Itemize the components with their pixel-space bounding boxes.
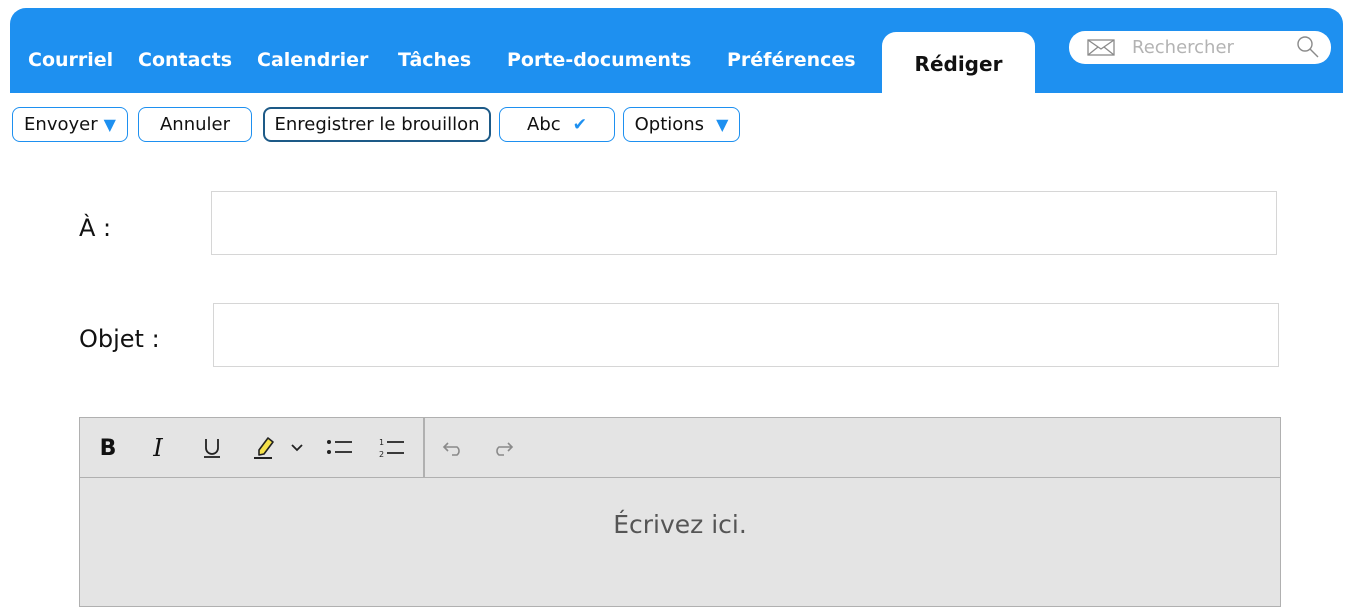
undo-icon[interactable]: [440, 434, 468, 462]
nav-courriel[interactable]: Courriel: [28, 45, 113, 75]
cancel-label: Annuler: [159, 114, 230, 135]
tab-rediger-label: Rédiger: [914, 52, 1003, 76]
chevron-down-icon: ▼: [716, 115, 729, 134]
message-body-input[interactable]: Écrivez ici.: [80, 478, 1280, 608]
to-field[interactable]: [211, 191, 1277, 255]
save-draft-label: Enregistrer le brouillon: [274, 114, 480, 135]
search-input[interactable]: Rechercher: [1069, 31, 1331, 64]
redo-icon[interactable]: [488, 434, 516, 462]
nav-preferences[interactable]: Préférences: [727, 45, 856, 75]
search-icon[interactable]: [1296, 35, 1320, 63]
bold-icon[interactable]: B: [94, 434, 122, 462]
nav-contacts[interactable]: Contacts: [138, 45, 232, 75]
highlight-icon[interactable]: [248, 434, 280, 462]
mail-icon: [1087, 39, 1115, 60]
format-toolbar: B I 1 2: [80, 418, 1280, 478]
tab-rediger[interactable]: Rédiger: [882, 32, 1035, 94]
message-editor: B I 1 2 Écrivez ici.: [79, 417, 1281, 607]
search-placeholder: Rechercher: [1132, 37, 1234, 58]
toolbar-separator: [423, 418, 425, 478]
options-button[interactable]: Options ▼: [623, 107, 740, 142]
cancel-button[interactable]: Annuler: [138, 107, 252, 142]
subject-field[interactable]: [213, 303, 1279, 367]
underline-icon[interactable]: [198, 434, 226, 462]
send-button[interactable]: Envoyer ▼: [12, 107, 128, 142]
options-label: Options: [634, 114, 705, 135]
italic-icon[interactable]: I: [144, 434, 172, 462]
nav-calendrier[interactable]: Calendrier: [257, 45, 368, 75]
svg-text:1: 1: [379, 438, 384, 447]
subject-label: Objet :: [79, 325, 160, 353]
dropdown-chevron-icon[interactable]: [288, 434, 306, 462]
chevron-down-icon: ▼: [103, 115, 116, 134]
spellcheck-button[interactable]: Abc ✔: [499, 107, 615, 142]
send-label: Envoyer: [24, 114, 98, 135]
spellcheck-label: Abc: [527, 114, 561, 135]
bullet-list-icon[interactable]: [324, 434, 356, 462]
numbered-list-icon[interactable]: 1 2: [376, 434, 408, 462]
message-body-placeholder: Écrivez ici.: [613, 510, 747, 539]
to-label: À :: [79, 214, 112, 242]
nav-taches[interactable]: Tâches: [398, 45, 471, 75]
svg-text:2: 2: [379, 450, 384, 459]
save-draft-button[interactable]: Enregistrer le brouillon: [263, 107, 491, 142]
nav-porte-documents[interactable]: Porte-documents: [507, 45, 691, 75]
check-icon: ✔: [572, 114, 587, 135]
